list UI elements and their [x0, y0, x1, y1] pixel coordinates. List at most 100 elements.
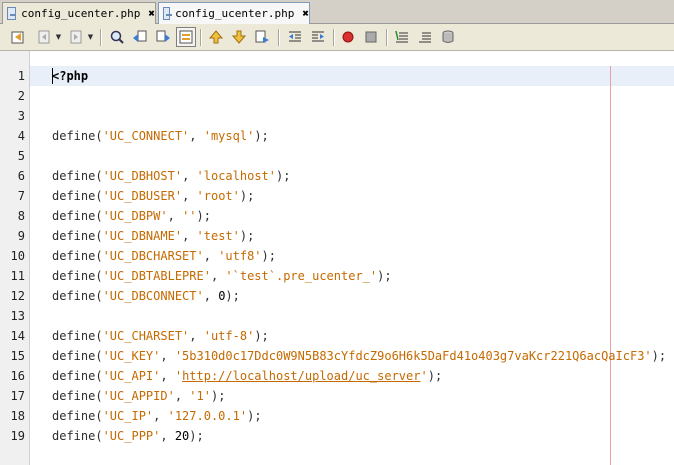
- line-number: 6: [17, 169, 25, 183]
- code-token: '127.0.0.1': [167, 409, 248, 423]
- code-line[interactable]: 19 define('UC_PPP', 20);: [0, 426, 674, 446]
- code-text[interactable]: define('UC_DBCONNECT', 0);: [52, 286, 240, 306]
- toggle-highlight-icon[interactable]: [176, 27, 196, 47]
- find-next-icon[interactable]: [153, 27, 173, 47]
- code-token: '5b310d0c17Ddc0W9N5B83cYfdcZ9o6H6k5DaFd4…: [174, 349, 652, 363]
- code-token: define(: [52, 369, 103, 383]
- code-token: ,: [203, 289, 219, 303]
- code-text[interactable]: define('UC_DBUSER', 'root');: [52, 186, 254, 206]
- code-line[interactable]: 17 define('UC_APPID', '1');: [0, 386, 674, 406]
- toolbar-separator: [386, 29, 388, 46]
- code-text[interactable]: define('UC_DBPW', '');: [52, 206, 211, 226]
- code-text[interactable]: define('UC_IP', '127.0.0.1');: [52, 406, 262, 426]
- code-token: define(: [52, 249, 103, 263]
- toggle-bookmark-icon[interactable]: [252, 27, 272, 47]
- tab-config-ucenter-1[interactable]: config_ucenter.php ✖: [2, 2, 156, 24]
- code-token: ,: [167, 209, 183, 223]
- tab-label: config_ucenter.php: [21, 7, 141, 20]
- code-token: define(: [52, 269, 103, 283]
- toolbar-separator: [333, 29, 335, 46]
- close-tab-icon[interactable]: ✖: [302, 7, 309, 20]
- code-token: define(: [52, 209, 103, 223]
- code-token: );: [196, 209, 211, 223]
- code-token: '`test`.pre_ucenter_': [225, 269, 378, 283]
- code-line[interactable]: 10 define('UC_DBCHARSET', 'utf8');: [0, 246, 674, 266]
- code-text[interactable]: define('UC_KEY', '5b310d0c17Ddc0W9N5B83c…: [52, 346, 666, 366]
- code-token: 'UC_PPP': [102, 429, 161, 443]
- code-token: 'UC_IP': [102, 409, 154, 423]
- tab-config-ucenter-2[interactable]: config_ucenter.php ✖: [158, 2, 310, 24]
- find-selection-icon[interactable]: [107, 27, 127, 47]
- back-icon[interactable]: [34, 27, 54, 47]
- uncomment-icon[interactable]: [415, 27, 435, 47]
- code-line[interactable]: 11 define('UC_DBTABLEPRE', '`test`.pre_uc…: [0, 266, 674, 286]
- toolbar-separator: [100, 29, 102, 46]
- code-token: );: [276, 169, 291, 183]
- code-line[interactable]: 7 define('UC_DBUSER', 'root');: [0, 186, 674, 206]
- line-number: 11: [10, 269, 25, 283]
- code-token: 'UC_CONNECT': [102, 129, 190, 143]
- code-text[interactable]: define('UC_APPID', '1');: [52, 386, 225, 406]
- line-number: 2: [17, 89, 25, 103]
- line-number: 1: [17, 69, 25, 83]
- line-number: 13: [10, 309, 25, 323]
- code-line[interactable]: 8 define('UC_DBPW', '');: [0, 206, 674, 226]
- toolbar-separator: [278, 29, 280, 46]
- code-line[interactable]: 9 define('UC_DBNAME', 'test');: [0, 226, 674, 246]
- tab-label: config_ucenter.php: [175, 7, 295, 20]
- code-token: );: [427, 369, 443, 383]
- line-number: 18: [10, 409, 25, 423]
- code-token: ,: [182, 189, 197, 203]
- next-bookmark-icon[interactable]: [229, 27, 249, 47]
- last-edit-icon[interactable]: [8, 27, 28, 47]
- code-line[interactable]: 12 define('UC_DBCONNECT', 0);: [0, 286, 674, 306]
- start-macro-icon[interactable]: [338, 27, 358, 47]
- code-text[interactable]: define('UC_DBTABLEPRE', '`test`.pre_ucen…: [52, 266, 392, 286]
- code-line[interactable]: 13: [0, 306, 674, 326]
- text-caret: [52, 68, 53, 84]
- code-line[interactable]: 16 define('UC_API', 'http://localhost/upl…: [0, 366, 674, 386]
- code-line[interactable]: 15 define('UC_KEY', '5b310d0c17Ddc0W9N5B8…: [0, 346, 674, 366]
- forward-dropdown-icon[interactable]: ▼: [85, 27, 95, 47]
- code-text[interactable]: define('UC_DBCHARSET', 'utf8');: [52, 246, 276, 266]
- code-line[interactable]: 14 define('UC_CHARSET', 'utf-8');: [0, 326, 674, 346]
- line-number: 4: [17, 129, 25, 143]
- close-tab-icon[interactable]: ✖: [148, 7, 155, 20]
- code-text[interactable]: define('UC_PPP', 20);: [52, 426, 204, 446]
- code-line[interactable]: 18 define('UC_IP', '127.0.0.1');: [0, 406, 674, 426]
- code-token: 'UC_DBNAME': [102, 229, 183, 243]
- code-text[interactable]: <?php: [52, 66, 88, 86]
- code-line[interactable]: 4 define('UC_CONNECT', 'mysql');: [0, 126, 674, 146]
- previous-bookmark-icon[interactable]: [206, 27, 226, 47]
- code-text[interactable]: define('UC_DBNAME', 'test');: [52, 226, 254, 246]
- code-token: 'UC_DBUSER': [102, 189, 183, 203]
- code-text[interactable]: define('UC_CONNECT', 'mysql');: [52, 126, 269, 146]
- comment-icon[interactable]: [392, 27, 412, 47]
- code-token: ,: [203, 249, 219, 263]
- database-icon[interactable]: [438, 27, 458, 47]
- code-token: define(: [52, 389, 103, 403]
- line-number: 3: [17, 109, 25, 123]
- code-line[interactable]: 2: [0, 86, 674, 106]
- code-text[interactable]: define('UC_DBHOST', 'localhost');: [52, 166, 290, 186]
- code-text[interactable]: define('UC_CHARSET', 'utf-8');: [52, 326, 269, 346]
- forward-icon[interactable]: [66, 27, 86, 47]
- line-number: 8: [17, 209, 25, 223]
- stop-macro-icon[interactable]: [361, 27, 381, 47]
- code-token: ,: [160, 349, 175, 363]
- code-line[interactable]: 1 <?php: [0, 66, 674, 86]
- find-previous-icon[interactable]: [130, 27, 150, 47]
- code-token: define(: [52, 329, 103, 343]
- code-line[interactable]: 5: [0, 146, 674, 166]
- code-editor[interactable]: 1 <?php 2 3 4 define('UC_CONNECT', 'mysql'); 5…: [0, 51, 674, 465]
- back-dropdown-icon[interactable]: ▼: [53, 27, 63, 47]
- line-number: 9: [17, 229, 25, 243]
- code-token: );: [247, 409, 262, 423]
- code-line[interactable]: 6 define('UC_DBHOST', 'localhost');: [0, 166, 674, 186]
- shift-left-icon[interactable]: [285, 27, 305, 47]
- code-text[interactable]: define('UC_API', 'http://localhost/uploa…: [52, 366, 442, 386]
- shift-right-icon[interactable]: [308, 27, 328, 47]
- code-line[interactable]: 3: [0, 106, 674, 126]
- code-token: 'UC_DBPW': [102, 209, 168, 223]
- editor-tab-bar: config_ucenter.php ✖ config_ucenter.php …: [0, 0, 674, 24]
